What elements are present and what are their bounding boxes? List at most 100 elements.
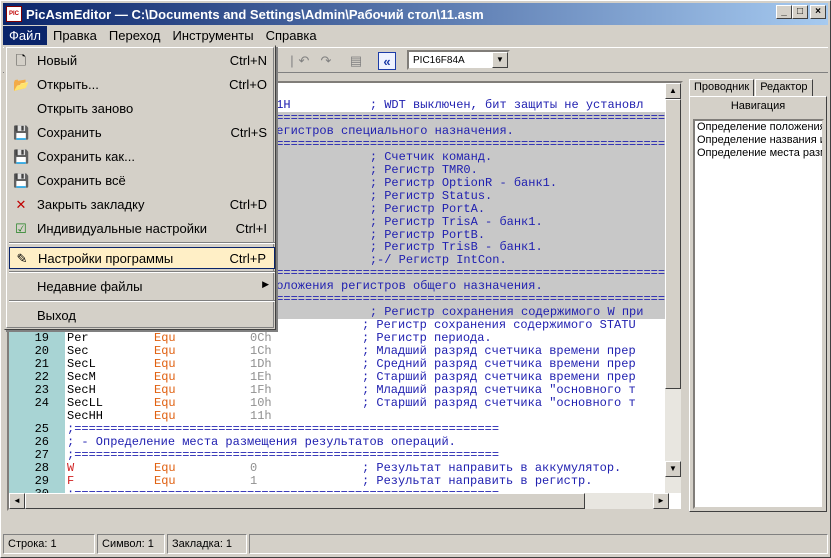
menu-item-10[interactable]: Выход — [9, 305, 275, 327]
value-literal: 1 — [250, 474, 258, 488]
tab-editor[interactable]: Редактор — [755, 79, 813, 97]
code-comment: ; Средний разряд счетчика времени прер — [362, 358, 636, 371]
menu-item-2[interactable]: Открыть заново — [9, 98, 275, 120]
menu-item-label: Сохранить всё — [37, 173, 126, 188]
code-line[interactable]: 20 Sec Equ 1Ch; Младший разряд счетчика вре… — [9, 345, 671, 358]
code-line[interactable]: 24 SecLL Equ 10h ; Старший разряд счетчика "… — [9, 395, 671, 410]
code-comment: ; Младший разряд счетчика "основного т — [362, 383, 636, 397]
redo-icon[interactable]: ↷ — [317, 52, 335, 70]
menu-goto[interactable]: Переход — [103, 26, 167, 45]
code-comment: ; Регистр сохранения содержимого STATU — [362, 319, 636, 333]
tab-explorer[interactable]: Проводник — [689, 79, 755, 97]
menu-item-9[interactable]: Недавние файлы ▶ — [9, 276, 275, 298]
scroll-right-icon[interactable]: ► — [653, 493, 669, 509]
value-literal: 10h — [250, 396, 272, 410]
value-literal: 1Eh — [250, 370, 272, 384]
scroll-down-icon[interactable]: ▼ — [665, 461, 681, 477]
directive-keyword: Equ — [154, 409, 176, 423]
code-line[interactable]: 26 ; - Определение места размещения резул… — [9, 435, 671, 449]
code-text: SecL Equ 1Dh ; Средний разряд счетчика врем… — [67, 358, 671, 371]
status-bookmark: Закладка: 1 — [167, 534, 247, 554]
menu-edit[interactable]: Правка — [47, 26, 103, 45]
minimize-button[interactable]: _ — [776, 5, 792, 19]
code-line[interactable]: 29 F Equ 1 ; Результат направить в регистр. — [9, 474, 671, 488]
menu-separator — [9, 242, 275, 244]
horizontal-scroll-thumb[interactable] — [25, 493, 585, 509]
code-comment: ; Старший разряд счетчика "основного т — [362, 396, 636, 410]
compile-icon[interactable]: « — [378, 52, 396, 70]
menu-item-label: Закрыть закладку — [37, 197, 145, 212]
menu-item-label: Открыть... — [37, 77, 99, 92]
navigation-panel: Навигация Определение положения Определе… — [689, 96, 827, 512]
list-item[interactable]: Определение названия и — [695, 134, 822, 147]
navigation-header: Навигация — [730, 100, 786, 112]
symbol-name: SecH — [67, 383, 96, 397]
symbol-name: Per — [67, 332, 89, 346]
maximize-button[interactable]: □ — [792, 5, 808, 19]
menu-item-label: Новый — [37, 53, 78, 68]
scroll-left-icon[interactable]: ◄ — [9, 493, 25, 509]
main-window: PIC PicAsmEditor — C:\Documents and Sett… — [0, 0, 831, 558]
navigation-list[interactable]: Определение положения Определение назван… — [693, 119, 824, 509]
line-number: 28 — [34, 460, 49, 475]
directive-keyword: Equ — [154, 332, 176, 346]
code-text: ========================================… — [269, 111, 671, 125]
line-number: 25 — [34, 421, 49, 436]
menu-item-6[interactable]: ✕ Закрыть закладку Ctrl+D — [9, 194, 275, 216]
title-bar[interactable]: PIC PicAsmEditor — C:\Documents and Sett… — [3, 3, 828, 25]
code-line[interactable]: 22 SecM Equ 1Eh ; Старший разряд счетчика вр… — [9, 370, 671, 384]
menu-item-label: Выход — [37, 308, 76, 323]
menu-item-label: Открыть заново — [37, 101, 134, 116]
properties-icon[interactable]: ▤ — [347, 52, 365, 70]
code-line[interactable]: 23 SecH Equ 1Fh ; Младший разряд счетчика "о… — [9, 383, 671, 397]
chip-select[interactable]: PIC16F84A ▼ — [407, 50, 510, 70]
line-number: 24 — [34, 395, 49, 410]
menu-item-label: Индивидуальные настройки — [37, 221, 207, 236]
menu-shortcut: Ctrl+O — [229, 77, 267, 92]
code-line[interactable]: 21 SecL Equ 1Dh; Средний разряд счетчика вр… — [9, 358, 671, 371]
menu-item-label: Недавние файлы — [37, 279, 143, 294]
code-line[interactable]: 25 ;=====================================… — [9, 421, 671, 436]
list-item[interactable]: Определение положения — [695, 121, 822, 134]
right-panel-tabs: Проводник Редактор — [689, 79, 827, 97]
horizontal-scrollbar[interactable]: ◄ ► — [9, 493, 669, 509]
menu-item-4[interactable]: 💾 Сохранить как... — [9, 146, 275, 168]
close-tab-icon: ✕ — [15, 197, 27, 212]
scroll-up-icon[interactable]: ▲ — [665, 83, 681, 99]
code-line[interactable]: 19 Per Equ 0Ch; Регистр периода. — [9, 332, 671, 345]
menu-item-1[interactable]: 📂 Открыть... Ctrl+O — [9, 74, 275, 96]
menu-file[interactable]: Файл — [3, 26, 47, 45]
menu-item-0[interactable]: 🗋 Новый Ctrl+N — [9, 50, 275, 72]
menu-shortcut: Ctrl+I — [235, 221, 267, 236]
vertical-scroll-thumb[interactable] — [665, 99, 681, 389]
vertical-scrollbar[interactable]: ▲ ▼ — [665, 83, 681, 493]
menu-item-3[interactable]: 💾 Сохранить Ctrl+S — [9, 122, 275, 144]
code-text: SecH Equ 1Fh ; Младший разряд счетчика "осн… — [67, 384, 671, 397]
code-text: SecLL Equ 10h ; Старший разряд счетчика "ос… — [67, 397, 671, 410]
undo-icon[interactable]: ↶ — [295, 52, 313, 70]
value-literal: 0 — [250, 461, 258, 475]
symbol-name: SecL — [67, 358, 96, 371]
line-number: 27 — [34, 447, 49, 462]
open-folder-icon: 📂 — [13, 77, 30, 92]
directive-keyword: Equ — [154, 461, 176, 475]
menu-help[interactable]: Справка — [260, 26, 323, 45]
symbol-name: SecLL — [67, 396, 104, 410]
menu-item-label: Сохранить — [37, 125, 102, 140]
code-line[interactable]: SecHH Equ 11h — [9, 410, 671, 423]
code-text: ========================================… — [269, 137, 671, 151]
close-button[interactable]: × — [810, 5, 826, 19]
list-item[interactable]: Определение места разм — [695, 147, 822, 160]
code-text: Per Equ 0Ch ; Регистр периода. — [67, 332, 671, 345]
program-settings-icon: ✎ — [16, 251, 28, 266]
menu-item-7[interactable]: ☑ Индивидуальные настройки Ctrl+I — [9, 218, 275, 240]
code-line[interactable]: 27 ;=====================================… — [9, 447, 671, 462]
code-line[interactable]: 28 W Equ 0 ; Результат направить в аккумулят… — [9, 460, 671, 475]
chevron-down-icon[interactable]: ▼ — [492, 52, 508, 68]
value-literal: 1Ch — [250, 345, 272, 359]
menu-item-5[interactable]: 💾 Сохранить всё — [9, 170, 275, 192]
menu-item-8[interactable]: ✎ Настройки программы Ctrl+P — [9, 247, 275, 269]
code-text: ; Регистр TMR0. — [269, 163, 478, 177]
directive-keyword: Equ — [154, 370, 176, 384]
menu-tools[interactable]: Инструменты — [167, 26, 260, 45]
